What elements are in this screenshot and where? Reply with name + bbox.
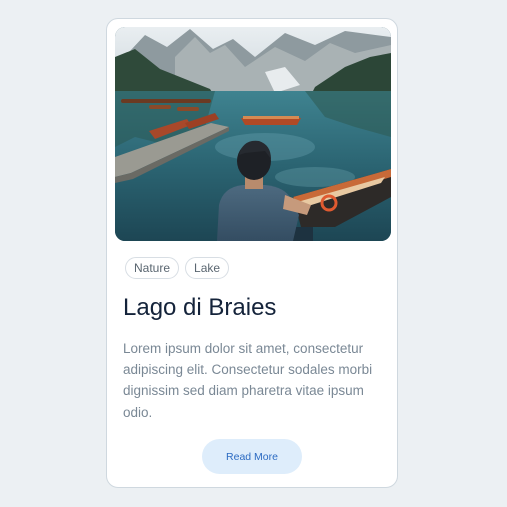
destination-card: Nature Lake Lago di Braies Lorem ipsum d… — [106, 18, 398, 488]
card-description: Lorem ipsum dolor sit amet, consectetur … — [123, 341, 373, 420]
tag-lake[interactable]: Lake — [185, 257, 230, 279]
card-title: Lago di Braies — [123, 294, 277, 321]
read-more-button[interactable]: Read More — [202, 439, 302, 474]
hero-image — [115, 27, 391, 241]
page: Nature Lake Lago di Braies Lorem ipsum d… — [0, 0, 507, 507]
tag-nature[interactable]: Nature — [125, 257, 180, 279]
tag-list: Nature Lake — [125, 257, 230, 279]
